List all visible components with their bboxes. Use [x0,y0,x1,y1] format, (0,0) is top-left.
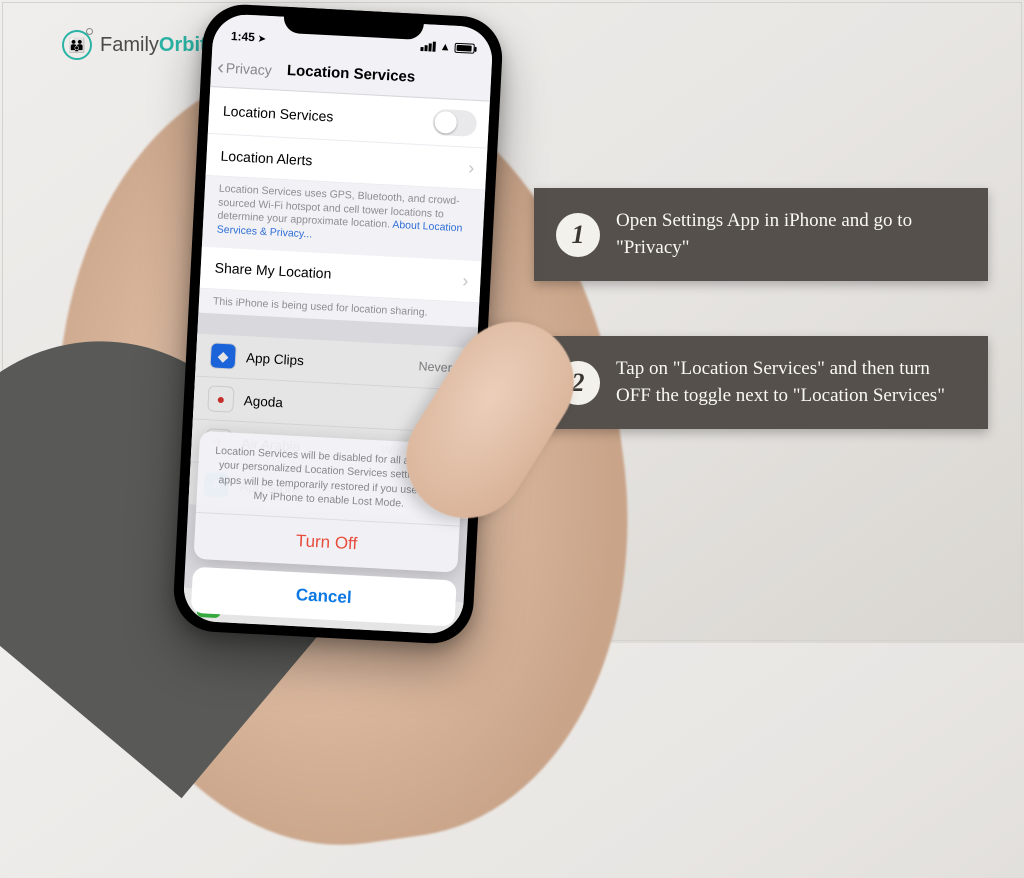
cell-signal-icon [421,41,437,52]
row-label: Share My Location [214,260,457,289]
instruction-step-2: 2 Tap on "Location Services" and then tu… [534,336,988,429]
status-time-text: 1:45 [231,29,256,44]
instruction-step-1: 1 Open Settings App in iPhone and go to … [534,188,988,281]
step-number-badge: 1 [556,213,600,257]
logo-mark-icon: 👪 [62,30,92,60]
chevron-right-icon: › [462,270,469,291]
logo-text: FamilyOrbit [100,34,207,57]
status-right: ▲ [420,40,474,55]
chevron-left-icon: ‹ [217,57,225,77]
iphone-frame: 1:45 ➤ ▲ ‹ Privacy Location Services Loc… [172,3,504,646]
group-location-services: Location Services Location Alerts › [206,87,490,191]
row-label: Location Services [223,103,434,130]
nav-title: Location Services [287,62,416,86]
step-text: Open Settings App in iPhone and go to "P… [616,208,966,261]
logo-brand-first: Family [100,34,159,56]
battery-icon [454,43,474,54]
status-time: 1:45 ➤ [231,29,267,45]
row-label: Location Alerts [220,147,463,176]
iphone-screen: 1:45 ➤ ▲ ‹ Privacy Location Services Loc… [182,13,493,635]
nav-back-label: Privacy [226,59,273,77]
logo-brand-second: Orbit [159,34,207,56]
wifi-icon: ▲ [439,41,451,54]
location-arrow-icon: ➤ [258,33,266,43]
location-services-toggle[interactable] [432,109,477,137]
nav-back-button[interactable]: ‹ Privacy [216,47,273,89]
brand-logo: 👪 FamilyOrbit [62,30,207,60]
chevron-right-icon: › [468,158,475,179]
logo-people-icon: 👪 [68,38,85,52]
step-text: Tap on "Location Services" and then turn… [616,356,966,409]
